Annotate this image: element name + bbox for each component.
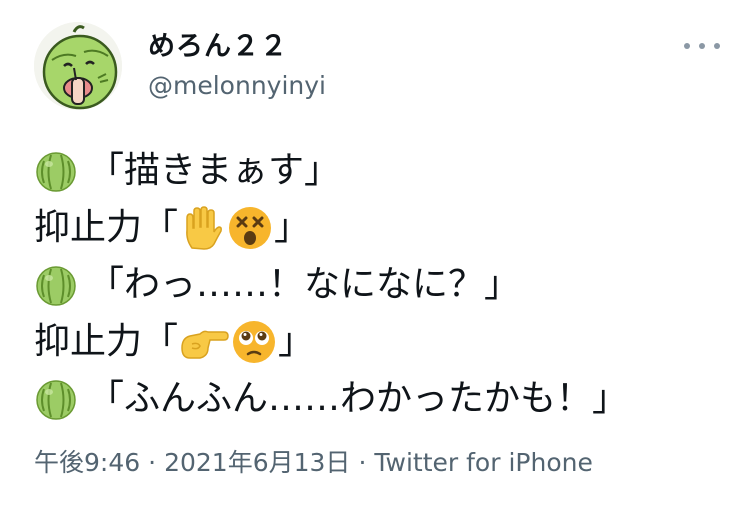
pleading-face-icon [230,318,278,366]
melon-icon [34,263,78,307]
handle[interactable]: @melonnyinyi [148,70,326,102]
melon-icon [34,377,78,421]
more-dot-icon [684,43,690,49]
tweet-time[interactable]: 午後9:46 [34,446,140,480]
tweet-line-text: 抑止力「 [34,321,179,362]
tweet-line: 「描きまぁす」 [34,142,734,199]
dizzy-face-icon [226,204,274,252]
tweet-line-text: 「わっ……！なになに？」 [88,264,521,305]
tweet-source-link[interactable]: Twitter for iPhone [374,446,592,480]
avatar[interactable] [34,22,122,110]
tweet-line: 「わっ……！なになに？」 [34,256,734,313]
tweet-line: 抑止力「 」 [34,199,734,256]
more-dot-icon [714,43,720,49]
tweet-line-text: 」 [278,321,315,362]
tweet-line: 「ふんふん……わかったかも！」 [34,370,734,427]
raised-hand-icon [178,204,226,252]
display-name[interactable]: めろん２２ [148,30,288,64]
tweet-line-text: 「ふんふん……わかったかも！」 [88,378,629,419]
tweet-metadata: 午後9:46 · 2021年6月13日 · Twitter for iPhone [34,446,593,480]
melon-character-icon [34,22,122,110]
more-dot-icon [699,43,705,49]
meta-separator: · [358,448,367,477]
tweet: めろん２２ @melonnyinyi 「描きまぁす」 抑止力「 」 「わっ……！… [0,0,750,506]
tweet-line-text: 抑止力「 [34,207,179,248]
tweet-line: 抑止力「 」 [34,313,734,370]
more-options-button[interactable] [684,34,720,58]
tweet-text: 「描きまぁす」 抑止力「 」 「わっ……！なになに？」 抑止力「 」 「ふんふん… [34,142,734,427]
tweet-line-text: 「描きまぁす」 [88,150,341,191]
tweet-date[interactable]: 2021年6月13日 [164,446,350,480]
tweet-line-text: 」 [274,207,311,248]
pointing-right-hand-icon [178,318,230,366]
meta-separator: · [148,448,157,477]
melon-icon [34,149,78,193]
